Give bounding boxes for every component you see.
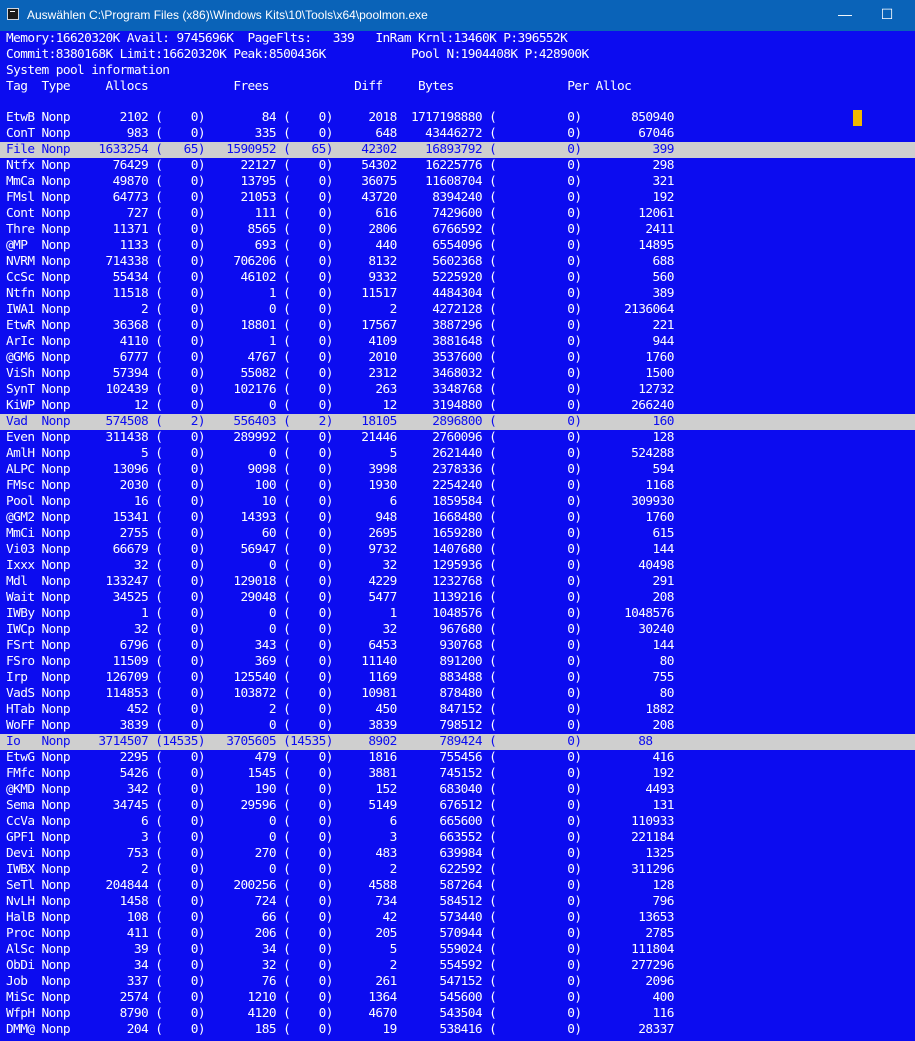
pool-row: WfpH Nonp 8790 ( 0) 4120 ( 0) 4670 54350… [6,1006,674,1021]
pool-info-heading: System pool information [6,63,170,78]
pool-row: IWA1 Nonp 2 ( 0) 0 ( 0) 2 4272128 ( 0) 2… [6,302,674,317]
pool-row: @GM2 Nonp 15341 ( 0) 14393 ( 0) 948 1668… [6,510,674,525]
pool-row: HalB Nonp 108 ( 0) 66 ( 0) 42 573440 ( 0… [6,910,674,925]
pool-row: NvLH Nonp 1458 ( 0) 724 ( 0) 734 584512 … [6,894,674,909]
pool-row: Irp Nonp 126709 ( 0) 125540 ( 0) 1169 88… [6,670,674,685]
pool-row: Io Nonp 3714507 (14535) 3705605 (14535) … [6,734,653,749]
pool-row: FSrt Nonp 6796 ( 0) 343 ( 0) 6453 930768… [6,638,674,653]
pool-row: SeTl Nonp 204844 ( 0) 200256 ( 0) 4588 5… [6,878,674,893]
pool-row: KiWP Nonp 12 ( 0) 0 ( 0) 12 3194880 ( 0)… [6,398,674,413]
pool-row: Job Nonp 337 ( 0) 76 ( 0) 261 547152 ( 0… [6,974,674,989]
minimize-button[interactable]: — [822,0,868,31]
pool-row: Mdl Nonp 133247 ( 0) 129018 ( 0) 4229 12… [6,574,674,589]
pool-row: ObDi Nonp 34 ( 0) 32 ( 0) 2 554592 ( 0) … [6,958,674,973]
pool-row: @GM6 Nonp 6777 ( 0) 4767 ( 0) 2010 35376… [6,350,674,365]
pool-row: ViSh Nonp 57394 ( 0) 55082 ( 0) 2312 346… [6,366,674,381]
pool-row: ConT Nonp 983 ( 0) 335 ( 0) 648 43446272… [6,126,674,141]
pool-row: EtwR Nonp 36368 ( 0) 18801 ( 0) 17567 38… [6,318,674,333]
pool-row: EtwB Nonp 2102 ( 0) 84 ( 0) 2018 1717198… [6,110,674,125]
title-bar[interactable]: Auswählen C:\Program Files (x86)\Windows… [0,0,915,31]
console-area[interactable]: Memory:16620320K Avail: 9745696K PageFlt… [0,31,915,1041]
pool-row: Cont Nonp 727 ( 0) 111 ( 0) 616 7429600 … [6,206,674,221]
pool-row: FMfc Nonp 5426 ( 0) 1545 ( 0) 3881 74515… [6,766,674,781]
pool-row: SynT Nonp 102439 ( 0) 102176 ( 0) 263 33… [6,382,674,397]
window-title: Auswählen C:\Program Files (x86)\Windows… [27,8,428,22]
pool-row: Ixxx Nonp 32 ( 0) 0 ( 0) 32 1295936 ( 0)… [6,558,674,573]
pool-row: Wait Nonp 34525 ( 0) 29048 ( 0) 5477 113… [6,590,674,605]
pool-row: IWCp Nonp 32 ( 0) 0 ( 0) 32 967680 ( 0) … [6,622,674,637]
pool-row: CcSc Nonp 55434 ( 0) 46102 ( 0) 9332 522… [6,270,674,285]
pool-row: IWBX Nonp 2 ( 0) 0 ( 0) 2 622592 ( 0) 31… [6,862,674,877]
pool-row: WoFF Nonp 3839 ( 0) 0 ( 0) 3839 798512 (… [6,718,674,733]
pool-row: GPF1 Nonp 3 ( 0) 0 ( 0) 3 663552 ( 0) 22… [6,830,674,845]
pool-row: AmlH Nonp 5 ( 0) 0 ( 0) 5 2621440 ( 0) 5… [6,446,674,461]
pool-row: Sema Nonp 34745 ( 0) 29596 ( 0) 5149 676… [6,798,674,813]
pool-row: Pool Nonp 16 ( 0) 10 ( 0) 6 1859584 ( 0)… [6,494,674,509]
maximize-button[interactable]: ☐ [864,0,910,31]
pool-row: Even Nonp 311438 ( 0) 289992 ( 0) 21446 … [6,430,674,445]
pool-row: Devi Nonp 753 ( 0) 270 ( 0) 483 639984 (… [6,846,674,861]
pool-row: MiSc Nonp 2574 ( 0) 1210 ( 0) 1364 54560… [6,990,674,1005]
pool-row: IWBy Nonp 1 ( 0) 0 ( 0) 1 1048576 ( 0) 1… [6,606,674,621]
commit-status-line: Commit:8380168K Limit:16620320K Peak:850… [6,47,589,62]
pool-row: Ntfn Nonp 11518 ( 0) 1 ( 0) 11517 448430… [6,286,674,301]
text-cursor [853,110,862,126]
pool-row: Thre Nonp 11371 ( 0) 8565 ( 0) 2806 6766… [6,222,674,237]
console-app-icon [7,8,19,20]
pool-row: AlSc Nonp 39 ( 0) 34 ( 0) 5 559024 ( 0) … [6,942,674,957]
pool-row: ALPC Nonp 13096 ( 0) 9098 ( 0) 3998 2378… [6,462,674,477]
column-headers: Tag Type Allocs Frees Diff Bytes Per All… [6,79,632,94]
pool-row: DMM@ Nonp 204 ( 0) 185 ( 0) 19 538416 ( … [6,1022,674,1037]
pool-row: MmCa Nonp 49870 ( 0) 13795 ( 0) 36075 11… [6,174,674,189]
pool-row: Ntfx Nonp 76429 ( 0) 22127 ( 0) 54302 16… [6,158,674,173]
pool-row: CcVa Nonp 6 ( 0) 0 ( 0) 6 665600 ( 0) 11… [6,814,674,829]
pool-row: File Nonp 1633254 ( 65) 1590952 ( 65) 42… [6,142,674,157]
pool-row: Vad Nonp 574508 ( 2) 556403 ( 2) 18105 2… [6,414,674,429]
pool-row: @KMD Nonp 342 ( 0) 190 ( 0) 152 683040 (… [6,782,674,797]
pool-row: HTab Nonp 452 ( 0) 2 ( 0) 450 847152 ( 0… [6,702,674,717]
pool-row: ArIc Nonp 4110 ( 0) 1 ( 0) 4109 3881648 … [6,334,674,349]
pool-row: EtwG Nonp 2295 ( 0) 479 ( 0) 1816 755456… [6,750,674,765]
pool-row: Proc Nonp 411 ( 0) 206 ( 0) 205 570944 (… [6,926,674,941]
pool-row: MmCi Nonp 2755 ( 0) 60 ( 0) 2695 1659280… [6,526,674,541]
pool-row: FMsc Nonp 2030 ( 0) 100 ( 0) 1930 225424… [6,478,674,493]
pool-row: FMsl Nonp 64773 ( 0) 21053 ( 0) 43720 83… [6,190,674,205]
memory-status-line: Memory:16620320K Avail: 9745696K PageFlt… [6,31,568,46]
pool-row: VadS Nonp 114853 ( 0) 103872 ( 0) 10981 … [6,686,674,701]
pool-row: NVRM Nonp 714338 ( 0) 706206 ( 0) 8132 5… [6,254,674,269]
pool-row: @MP Nonp 1133 ( 0) 693 ( 0) 440 6554096 … [6,238,674,253]
pool-row: FSro Nonp 11509 ( 0) 369 ( 0) 11140 8912… [6,654,674,669]
pool-row: Vi03 Nonp 66679 ( 0) 56947 ( 0) 9732 140… [6,542,674,557]
